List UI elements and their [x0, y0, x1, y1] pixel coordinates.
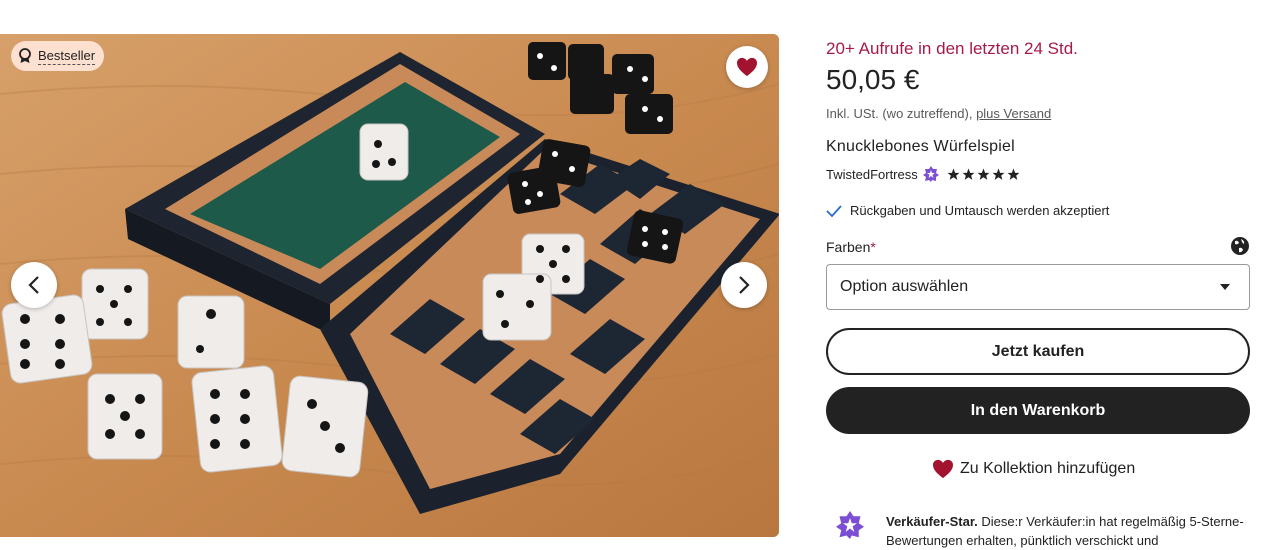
- required-marker: *: [870, 239, 876, 255]
- shop-info: TwistedFortress: [826, 166, 1020, 182]
- star-icon: [962, 168, 975, 180]
- chevron-left-icon: [28, 276, 39, 294]
- star-seller-badge-icon: [922, 166, 939, 182]
- star-seller-title: Verkäufer-Star.: [886, 514, 978, 529]
- buy-now-button[interactable]: Jetzt kaufen: [826, 328, 1250, 375]
- add-to-cart-button[interactable]: In den Warenkorb: [826, 387, 1250, 434]
- globe-icon[interactable]: [1230, 236, 1250, 256]
- tax-info: Inkl. USt. (wo zutreffend), plus Versand: [826, 106, 1051, 121]
- tax-text: Inkl. USt. (wo zutreffend),: [826, 106, 973, 121]
- select-value: Option auswählen: [840, 278, 969, 295]
- color-select[interactable]: Option auswählen: [826, 264, 1250, 310]
- variation-label-text: Farben: [826, 239, 871, 255]
- bestseller-badge[interactable]: Bestseller: [11, 41, 105, 71]
- heart-icon: [933, 459, 953, 479]
- rating-stars[interactable]: [947, 168, 1020, 181]
- star-icon: [992, 168, 1005, 180]
- star-icon: [947, 168, 960, 180]
- previous-image-button[interactable]: [11, 262, 57, 308]
- listing-title: Knucklebones Würfelspiel: [826, 138, 1015, 155]
- star-seller-icon: [836, 511, 864, 539]
- returns-info: Rückgaben und Umtausch werden akzeptiert: [826, 203, 1109, 218]
- checkmark-icon: [826, 204, 842, 217]
- views-notice: 20+ Aufrufe in den letzten 24 Std.: [826, 39, 1078, 58]
- caret-down-icon: [1220, 284, 1230, 290]
- variation-label: Farben*: [826, 239, 876, 255]
- shipping-link[interactable]: plus Versand: [976, 106, 1051, 121]
- returns-text: Rückgaben und Umtausch werden akzeptiert: [850, 203, 1110, 218]
- shop-name-link[interactable]: TwistedFortress: [826, 167, 918, 182]
- heart-icon: [737, 57, 757, 77]
- star-seller-description: Verkäufer-Star. Diese:r Verkäufer:in hat…: [886, 512, 1250, 550]
- bestseller-label: Bestseller: [38, 47, 96, 65]
- star-icon: [1007, 168, 1020, 180]
- chevron-right-icon: [739, 276, 750, 294]
- product-image-gallery[interactable]: Bestseller: [0, 34, 779, 537]
- price: 50,05 €: [826, 64, 920, 95]
- award-ribbon-icon: [19, 48, 31, 63]
- star-icon: [977, 168, 990, 180]
- favorite-button[interactable]: [726, 46, 768, 88]
- add-to-collection-label: Zu Kollektion hinzufügen: [960, 460, 1136, 477]
- listing-panel: 20+ Aufrufe in den letzten 24 Std. 50,05…: [826, 0, 1252, 549]
- add-to-collection-button[interactable]: Zu Kollektion hinzufügen: [932, 459, 1135, 479]
- product-photo: [0, 34, 779, 537]
- next-image-button[interactable]: [721, 262, 767, 308]
